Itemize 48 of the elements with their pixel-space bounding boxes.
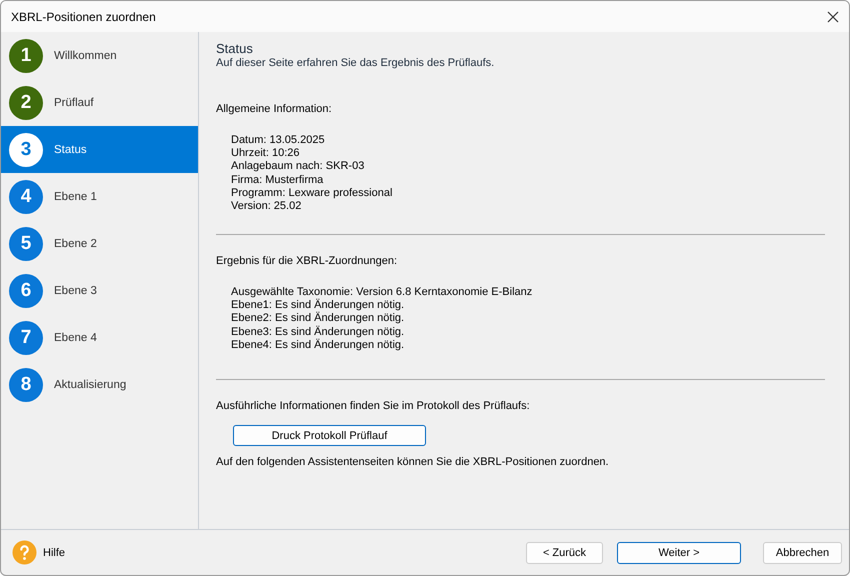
info-line: Ausgewählte Taxonomie: Version 6.8 Kerntaxonomie E-Bilanz (231, 286, 534, 298)
page-title: Status (216, 41, 254, 56)
info-line: Ebene1: Es sind Änderungen nötig. (231, 299, 406, 312)
info-line: Datum: 13.05.2025 (231, 134, 326, 148)
step-number: 7 (9, 320, 43, 354)
step-number: 5 (9, 226, 43, 260)
step-number: 4 (9, 180, 43, 214)
help-label[interactable]: Hilfe (43, 546, 66, 558)
footer-button[interactable]: < Zurück (526, 542, 603, 564)
step-item[interactable]: 4 Ebene 1 (1, 173, 198, 220)
step-item[interactable]: 2 Prüflauf (1, 79, 198, 126)
step-item[interactable]: 1 Willkommen (1, 32, 198, 79)
step-item[interactable]: 3 Status (1, 126, 198, 173)
step-label: Ebene 4 (54, 332, 97, 344)
step-item[interactable]: 8 Aktualisierung (1, 361, 198, 408)
close-icon[interactable] (827, 10, 839, 22)
footer-button[interactable]: Abbrechen (763, 542, 842, 564)
section-heading: Allgemeine Information: (216, 103, 333, 115)
info-line: Uhrzeit: 10:26 (231, 147, 300, 160)
step-number: 6 (9, 274, 43, 308)
step-label: Aktualisierung (54, 378, 126, 390)
step-item[interactable]: 7 Ebene 4 (1, 314, 198, 361)
page-subtitle: Auf dieser Seite erfahren Sie das Ergebnis des Prüflaufs. (216, 57, 496, 69)
section-heading: Ergebnis für die XBRL-Zuordnungen: (216, 255, 398, 267)
section-heading: Ausführliche Informationen finden Sie im Protokoll des Prüflaufs: (216, 400, 531, 412)
info-line: Programm: Lexware professional (231, 186, 394, 200)
info-line: Firma: Musterfirma (231, 174, 324, 187)
step-number: 3 (9, 132, 43, 166)
step-item[interactable]: 6 Ebene 3 (1, 267, 198, 314)
info-line: Ebene4: Es sind Änderungen nötig. (231, 338, 406, 352)
step-label: Ebene 3 (54, 284, 97, 296)
step-item[interactable]: 5 Ebene 2 (1, 220, 198, 267)
info-line: Anlagebaum nach: SKR-03 (231, 160, 366, 174)
note-text: Auf den folgenden Assistentenseiten können Sie die XBRL-Positionen zuordnen. (216, 456, 610, 468)
step-label: Ebene 1 (54, 190, 97, 202)
print-log-button[interactable]: Druck Protokoll Prüflauf (233, 425, 426, 446)
step-number: 8 (9, 368, 43, 402)
info-line: Ebene2: Es sind Änderungen nötig. (231, 312, 406, 326)
step-label: Willkommen (54, 50, 117, 62)
step-label: Status (54, 144, 87, 156)
step-number: 2 (9, 86, 43, 120)
step-label: Ebene 2 (54, 238, 97, 250)
step-label: Prüflauf (54, 96, 94, 108)
window-title: XBRL-Positionen zuordnen (11, 10, 156, 24)
info-line: Version: 25.02 (231, 200, 302, 214)
step-number: 1 (9, 38, 43, 72)
info-line: Ebene3: Es sind Änderungen nötig. (231, 326, 406, 338)
footer-button[interactable]: Weiter > (617, 542, 741, 564)
